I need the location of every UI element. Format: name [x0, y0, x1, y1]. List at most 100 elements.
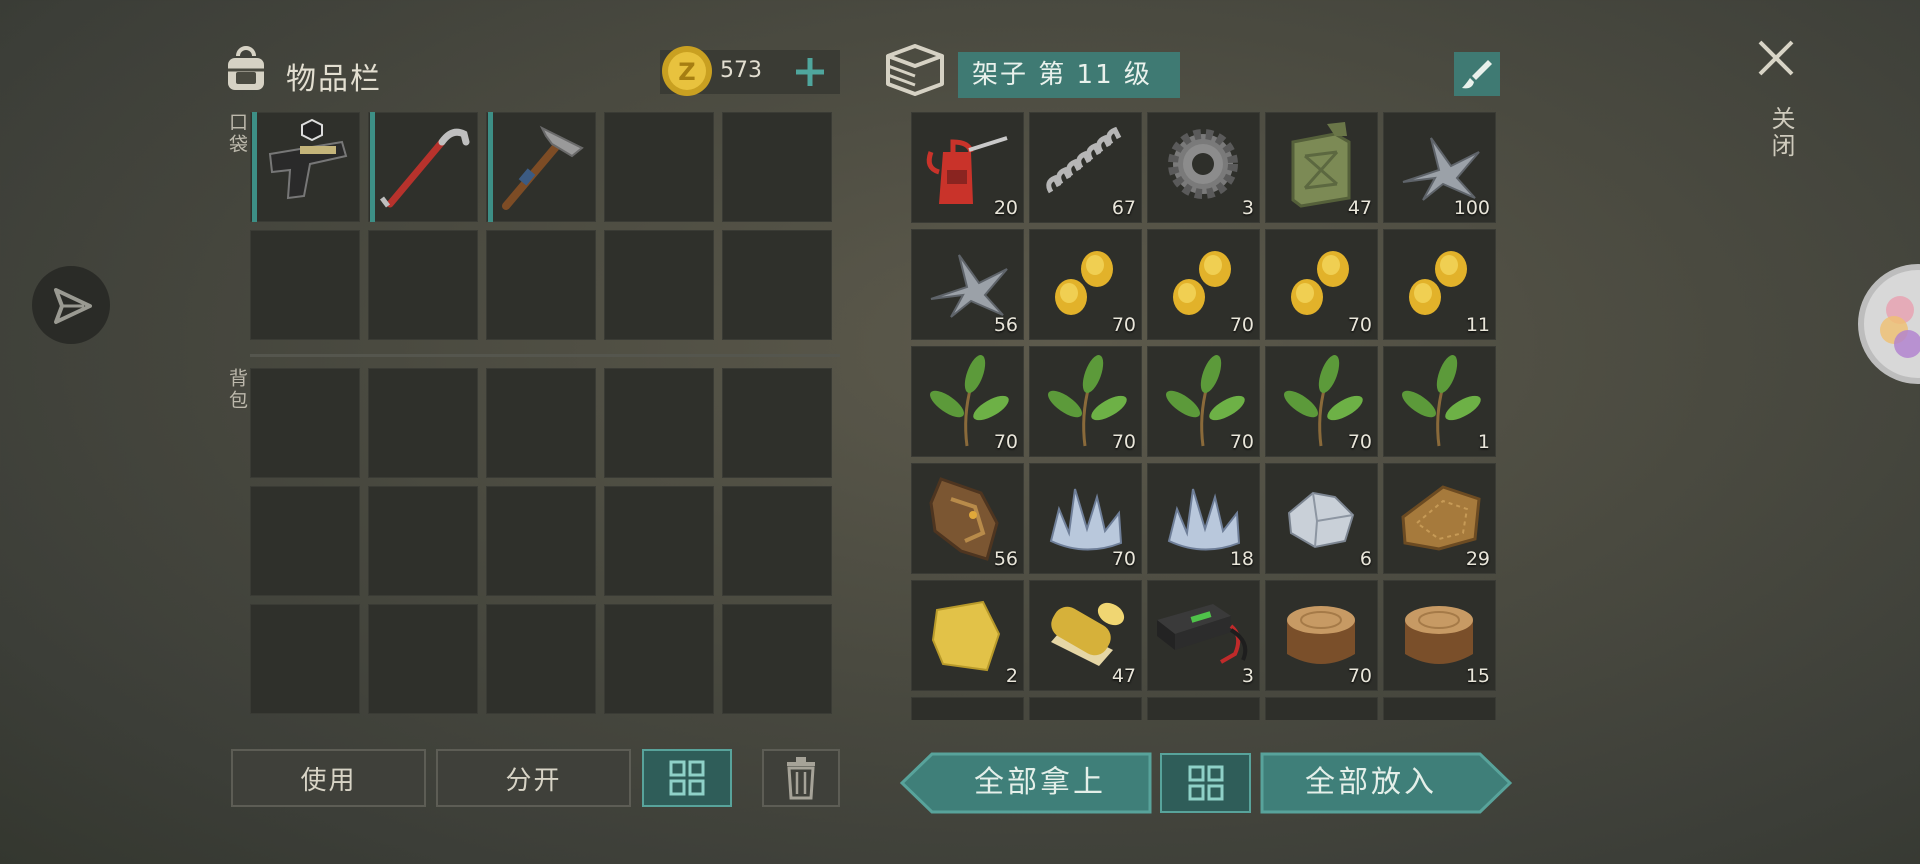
storage-slot[interactable]: 15 — [1383, 580, 1496, 691]
brush-icon — [1462, 60, 1492, 89]
item-count: 6 — [1359, 548, 1372, 570]
grid-icon — [1188, 765, 1223, 801]
storage-slot[interactable]: 3 — [1147, 112, 1260, 223]
backpack-slot[interactable] — [604, 604, 714, 714]
storage-slot[interactable]: 6 — [1265, 463, 1378, 574]
sort-inventory-button[interactable] — [642, 749, 732, 807]
backpack-slot[interactable] — [604, 486, 714, 596]
put-all-button[interactable]: 全部放入 — [1260, 752, 1512, 814]
storage-slot[interactable]: 1 — [1383, 346, 1496, 457]
floating-menu-button[interactable] — [1858, 264, 1920, 384]
backpack-slot[interactable] — [250, 368, 360, 478]
backpack-slot[interactable] — [368, 368, 478, 478]
pocket-slot[interactable] — [486, 112, 596, 222]
storage-slot[interactable]: 56 — [911, 463, 1024, 574]
item-count: 70 — [1111, 548, 1136, 570]
storage-slot[interactable]: 20 — [911, 112, 1024, 223]
storage-slot[interactable]: 2 — [911, 580, 1024, 691]
pocket-slot[interactable] — [722, 230, 832, 340]
backpack-slot[interactable] — [486, 604, 596, 714]
storage-slot[interactable] — [1265, 697, 1378, 720]
put-all-label: 全部放入 — [1305, 765, 1437, 800]
svg-text:Z: Z — [678, 58, 695, 86]
send-icon — [54, 288, 92, 324]
storage-slot[interactable]: 100 — [1383, 112, 1496, 223]
pocket-label: 口袋 — [226, 112, 248, 156]
pocket-slot[interactable] — [250, 230, 360, 340]
pocket-slot[interactable] — [368, 112, 478, 222]
add-coins-button[interactable] — [788, 50, 832, 94]
backpack-slot[interactable] — [486, 486, 596, 596]
storage-slot[interactable]: 70 — [1265, 346, 1378, 457]
storage-slot[interactable] — [1147, 697, 1260, 720]
storage-slot[interactable] — [911, 697, 1024, 720]
sort-storage-button[interactable] — [1160, 753, 1251, 813]
item-count: 70 — [1347, 314, 1372, 336]
item-count: 2 — [1005, 665, 1018, 687]
storage-slot[interactable] — [1029, 697, 1142, 720]
close-button[interactable]: 关闭 — [1746, 34, 1806, 174]
storage-slot[interactable]: 70 — [1147, 229, 1260, 340]
storage-slot[interactable]: 47 — [1029, 580, 1142, 691]
storage-slot[interactable]: 3 — [1147, 580, 1260, 691]
item-count: 1 — [1477, 431, 1490, 453]
storage-grid: 20 67 3 47 100 56 70 70 70 11 70 70 70 7… — [911, 112, 1501, 720]
backpack-icon — [228, 46, 264, 90]
crowbar-icon — [380, 128, 470, 208]
close-icon — [1758, 40, 1794, 76]
storage-slot[interactable]: 18 — [1147, 463, 1260, 574]
plus-icon — [796, 58, 824, 86]
rename-button[interactable] — [1454, 52, 1500, 96]
pocket-slot[interactable] — [486, 230, 596, 340]
trash-button[interactable] — [762, 749, 840, 807]
item-count: 47 — [1111, 665, 1136, 687]
storage-slot[interactable]: 70 — [1029, 229, 1142, 340]
item-count: 11 — [1465, 314, 1490, 336]
send-button[interactable] — [32, 266, 110, 344]
item-count: 70 — [1111, 314, 1136, 336]
storage-slot[interactable]: 70 — [911, 346, 1024, 457]
backpack-slot[interactable] — [722, 486, 832, 596]
pistol-icon — [268, 118, 348, 200]
coin-icon: Z — [662, 46, 712, 96]
storage-slot[interactable]: 56 — [911, 229, 1024, 340]
pocket-slot[interactable] — [250, 112, 360, 222]
backpack-slot[interactable] — [368, 604, 478, 714]
storage-slot[interactable]: 29 — [1383, 463, 1496, 574]
split-button[interactable]: 分开 — [436, 749, 631, 807]
item-count: 56 — [993, 548, 1018, 570]
backpack-slot[interactable] — [368, 486, 478, 596]
item-count: 70 — [1347, 431, 1372, 453]
item-count: 20 — [993, 197, 1018, 219]
pocket-slot[interactable] — [368, 230, 478, 340]
backpack-slot[interactable] — [604, 368, 714, 478]
storage-slot[interactable]: 70 — [1265, 580, 1378, 691]
take-all-button[interactable]: 全部拿上 — [900, 752, 1152, 814]
backpack-slot[interactable] — [722, 604, 832, 714]
take-all-label: 全部拿上 — [974, 765, 1106, 800]
use-button[interactable]: 使用 — [231, 749, 426, 807]
backpack-slot[interactable] — [250, 486, 360, 596]
pocket-slot[interactable] — [604, 230, 714, 340]
item-count: 3 — [1241, 665, 1254, 687]
item-count: 47 — [1347, 197, 1372, 219]
storage-slot[interactable]: 70 — [1029, 346, 1142, 457]
item-count: 18 — [1229, 548, 1254, 570]
item-count: 70 — [993, 431, 1018, 453]
storage-slot[interactable]: 70 — [1029, 463, 1142, 574]
pocket-slot[interactable] — [604, 112, 714, 222]
pocket-slot[interactable] — [722, 112, 832, 222]
storage-title: 架子 第 11 级 — [958, 52, 1180, 98]
backpack-slot[interactable] — [250, 604, 360, 714]
storage-slot[interactable]: 70 — [1265, 229, 1378, 340]
backpack-slot[interactable] — [722, 368, 832, 478]
storage-slot[interactable]: 11 — [1383, 229, 1496, 340]
storage-slot[interactable]: 67 — [1029, 112, 1142, 223]
storage-slot[interactable] — [1383, 697, 1496, 720]
backpack-grid — [250, 368, 840, 718]
storage-slot[interactable]: 47 — [1265, 112, 1378, 223]
item-count: 70 — [1229, 314, 1254, 336]
trash-icon — [787, 757, 815, 800]
storage-slot[interactable]: 70 — [1147, 346, 1260, 457]
backpack-slot[interactable] — [486, 368, 596, 478]
